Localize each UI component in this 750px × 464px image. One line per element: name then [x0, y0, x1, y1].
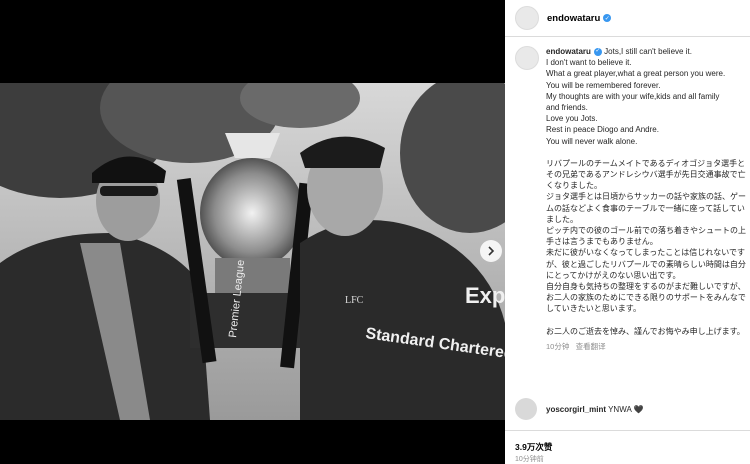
next-image-button[interactable] — [480, 240, 502, 262]
caption-line: What a great player,what a great person … — [546, 69, 726, 79]
post-photo: Expe Standard Chartered LFC Premier Leag… — [0, 83, 505, 420]
caption-jp-para: 未だに彼がいなくなってしまったことは信じれないですが、彼と過ごしたリバプールでの… — [546, 248, 746, 280]
author-avatar[interactable] — [515, 6, 539, 30]
post-side-panel: endowataru ✓ endowataru ✓ Jots,I still ca… — [505, 0, 750, 464]
caption-jp-para: ピッチ内での彼のゴール前での落ち着きやシュートの上手さは言うまでもありません。 — [546, 226, 746, 247]
photo-illustration: Expe Standard Chartered LFC Premier Leag… — [0, 83, 505, 420]
post-timestamp: 10分钟前 — [515, 456, 544, 463]
caption-timestamp: 10分钟 — [546, 341, 570, 351]
caption-author-avatar[interactable] — [515, 46, 539, 70]
post-header: endowataru ✓ — [505, 0, 750, 37]
see-translation-link[interactable]: 查看翻译 — [576, 342, 606, 351]
photo-sponsor-expedia: Expe — [465, 283, 505, 308]
caption-jp-closing: お二人のご逝去を悼み、謹んでお悔やみ申し上げます。 — [546, 326, 745, 336]
chevron-right-icon — [488, 246, 495, 256]
caption-line: My thoughts are with your wife,kids and … — [546, 91, 720, 101]
caption-username[interactable]: endowataru — [546, 47, 591, 56]
commenter-avatar[interactable] — [515, 398, 537, 420]
commenter-username[interactable]: yoscorgirl_mint — [546, 405, 606, 414]
caption-line: Love you Jots. — [546, 114, 598, 124]
caption-line: I don't want to believe it. — [546, 58, 632, 68]
verified-badge-icon: ✓ — [603, 14, 612, 22]
caption-first-line: Jots,I still can't believe it. — [604, 47, 692, 56]
caption-line: Rest in peace Diogo and Andre. — [546, 125, 659, 135]
caption-line: You will be remembered forever. — [546, 80, 661, 90]
caption-line: and friends. — [546, 103, 588, 113]
caption-jp-para: リバプールのチームメイトであるディオゴジョタ選手とその兄弟であるアンドレシウバ選… — [546, 158, 746, 191]
comment-text: YNWA 🖤 — [608, 404, 644, 414]
caption-verified-badge-icon: ✓ — [593, 47, 602, 56]
caption-jp-para: 自分自身も気持ちの整理をするのがまだ難しいですが、お二人の家族のためにできる限り… — [546, 282, 746, 314]
author-username[interactable]: endowataru — [547, 13, 600, 24]
photo-crest: LFC — [345, 295, 364, 306]
like-count[interactable]: 3.9万次赞 — [515, 441, 552, 453]
post-footer: 3.9万次赞 10分钟前 — [505, 430, 750, 464]
caption-jp-para: ジョタ選手とは日頃からサッカーの話や家族の話、ゲームの話などよく食事のテーブルで… — [546, 192, 746, 224]
post-media: Expe Standard Chartered LFC Premier Leag… — [0, 0, 505, 464]
comment-item: yoscorgirl_mint YNWA 🖤 — [515, 398, 747, 420]
caption-line: You will never walk alone. — [546, 136, 638, 146]
